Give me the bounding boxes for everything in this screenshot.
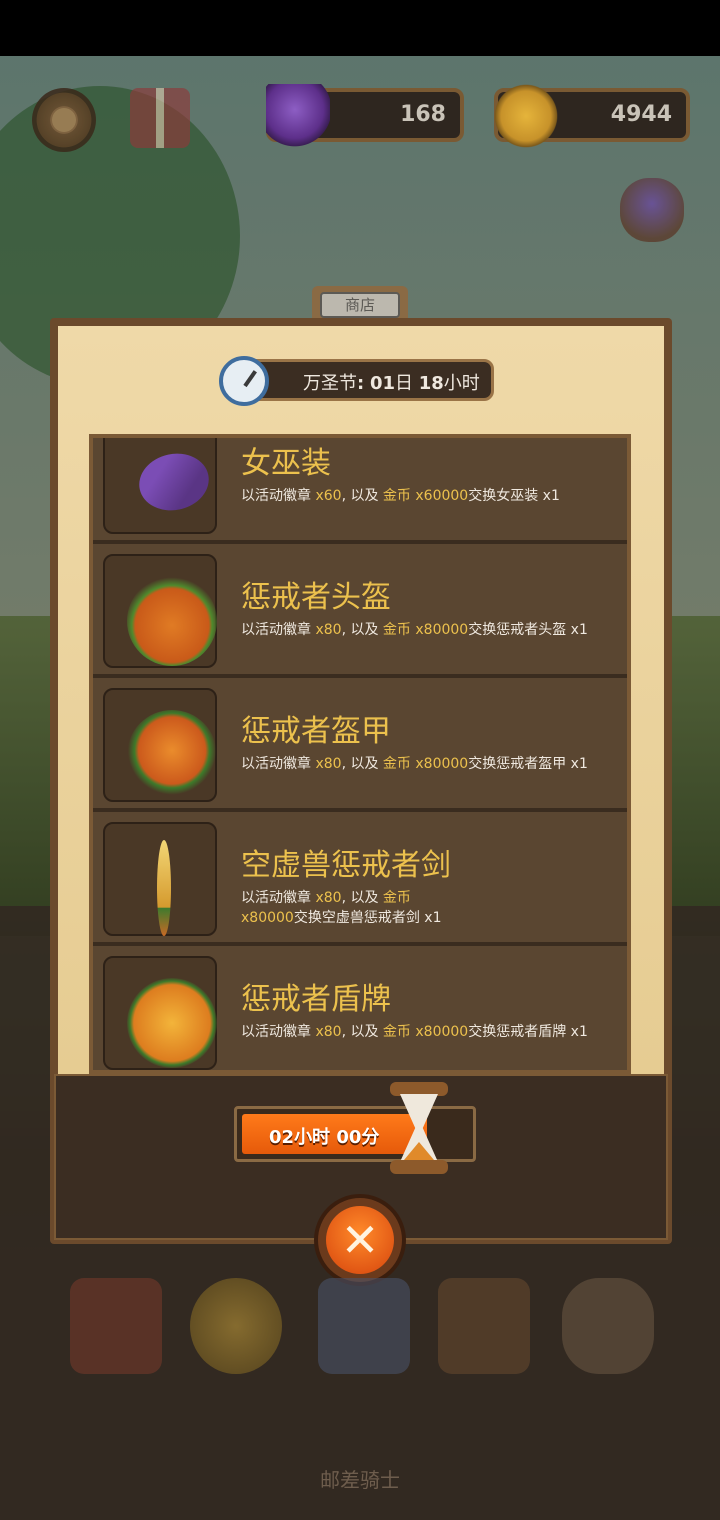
refresh-minutes: 00 xyxy=(336,1127,362,1148)
desc-prefix: 以活动徽章 xyxy=(241,488,316,504)
item-name: 惩戒者头盔 xyxy=(241,580,391,615)
hourglass-icon xyxy=(390,1082,448,1174)
witch-outfit-icon xyxy=(133,447,215,517)
coin-cost: 金币 x80000 xyxy=(382,756,469,772)
badge-qty: x80 xyxy=(315,1024,342,1040)
flame-sword-icon xyxy=(157,840,171,936)
shop-tab-label: 商店 xyxy=(320,292,400,318)
coin-cost: 金币 x80000 xyxy=(382,1024,469,1040)
inventory-bag-icon[interactable] xyxy=(438,1278,530,1374)
event-timer: 万圣节: 01日 18小时 xyxy=(219,356,494,406)
status-bar xyxy=(0,0,720,56)
event-label: 万圣节 xyxy=(303,373,357,394)
desc-mid: , 以及 xyxy=(341,890,383,906)
item-description: 以活动徽章 x80, 以及 金币 x80000交换惩戒者盾牌 x1 xyxy=(241,1022,619,1042)
desc-prefix: 以活动徽章 xyxy=(241,756,316,772)
settings-gear-icon[interactable] xyxy=(32,88,96,152)
coin-cost: 金币 x60000 xyxy=(382,488,469,504)
pumpkin-shield-icon xyxy=(127,978,217,1068)
event-timer-text: 万圣节: 01日 18小时 xyxy=(303,369,480,395)
pumpkin-helmet-icon xyxy=(127,576,217,666)
desc-suffix: 交换惩戒者盔甲 x1 xyxy=(468,756,588,772)
coin-cost: 金币 x80000 xyxy=(382,622,469,638)
treasure-pouch-icon[interactable] xyxy=(620,178,684,242)
desc-suffix: 交换惩戒者盾牌 x1 xyxy=(468,1024,588,1040)
item-thumbnail xyxy=(103,956,217,1070)
refresh-hours-unit: 小时 xyxy=(294,1127,331,1148)
close-button[interactable]: ✕ xyxy=(314,1194,406,1286)
desc-prefix: 以活动徽章 xyxy=(241,622,316,638)
gem-amount: 168 xyxy=(400,102,446,127)
shop-item-void-beast-sword[interactable]: 空虚兽惩戒者剑 以活动徽章 x80, 以及 金币 x80000交换空虚兽惩戒者剑… xyxy=(93,812,627,946)
item-thumbnail xyxy=(103,822,217,936)
badge-qty: x80 xyxy=(315,756,342,772)
badge-qty: x60 xyxy=(315,488,342,504)
desc-mid: , 以及 xyxy=(341,488,383,504)
shop-item-list[interactable]: 女巫装 以活动徽章 x60, 以及 金币 x60000交换女巫装 x1 惩戒者头… xyxy=(89,434,631,1074)
desc-prefix: 以活动徽章 xyxy=(241,890,316,906)
game-title: 邮差骑士 xyxy=(320,1468,400,1492)
shop-item-punisher-helmet[interactable]: 惩戒者头盔 以活动徽章 x80, 以及 金币 x80000交换惩戒者头盔 x1 xyxy=(93,544,627,678)
event-hours-unit: 小时 xyxy=(443,373,480,394)
item-description: 以活动徽章 x60, 以及 金币 x60000交换女巫装 x1 xyxy=(241,486,619,506)
hourglass-cap-top xyxy=(390,1082,448,1096)
desc-mid: , 以及 xyxy=(341,1024,383,1040)
desc-mid: , 以及 xyxy=(341,756,383,772)
item-thumbnail xyxy=(103,688,217,802)
desc-prefix: 以活动徽章 xyxy=(241,1024,316,1040)
item-name: 女巫装 xyxy=(241,446,331,481)
item-thumbnail xyxy=(103,438,217,534)
coin-icon xyxy=(494,84,558,148)
coin-counter: 4944 xyxy=(494,84,690,148)
event-hours: 18 xyxy=(418,373,444,394)
pumpkin-armor-icon xyxy=(127,710,217,800)
gem-counter: 168 xyxy=(266,84,464,148)
shop-item-punisher-shield[interactable]: 惩戒者盾牌 以活动徽章 x80, 以及 金币 x80000交换惩戒者盾牌 x1 xyxy=(93,946,627,1070)
hourglass-cap-bottom xyxy=(390,1160,448,1174)
desc-mid: , 以及 xyxy=(341,622,383,638)
refresh-timer-text: 02小时 00分 xyxy=(269,1123,379,1149)
stopwatch-icon xyxy=(219,356,269,406)
item-name: 空虚兽惩戒者剑 xyxy=(241,848,451,883)
item-name: 惩戒者盾牌 xyxy=(241,982,391,1017)
shop-item-list-inner: 女巫装 以活动徽章 x60, 以及 金币 x60000交换女巫装 x1 惩戒者头… xyxy=(93,438,627,1070)
badge-qty: x80 xyxy=(315,890,342,906)
close-icon: ✕ xyxy=(340,1213,380,1267)
item-thumbnail xyxy=(103,554,217,668)
star-medal-icon[interactable] xyxy=(190,1278,282,1374)
desc-suffix: 交换空虚兽惩戒者剑 x1 xyxy=(293,910,442,926)
desc-suffix: 交换惩戒者头盔 x1 xyxy=(468,622,588,638)
event-days-unit: 日 xyxy=(395,373,413,394)
gem-icon xyxy=(266,84,330,148)
refresh-hours: 02 xyxy=(269,1127,295,1148)
close-button-face: ✕ xyxy=(326,1206,394,1274)
treasure-sack-icon[interactable] xyxy=(562,1278,654,1374)
event-days: 01 xyxy=(369,373,395,394)
shop-item-witch-outfit[interactable]: 女巫装 以活动徽章 x60, 以及 金币 x60000交换女巫装 x1 xyxy=(93,438,627,544)
sword-card-icon[interactable] xyxy=(318,1278,410,1374)
shop-item-punisher-armor[interactable]: 惩戒者盔甲 以活动徽章 x80, 以及 金币 x80000交换惩戒者盔甲 x1 xyxy=(93,678,627,812)
badge-qty: x80 xyxy=(315,622,342,638)
coin-amount: 4944 xyxy=(610,102,672,127)
spellbook-icon[interactable] xyxy=(70,1278,162,1374)
item-name: 惩戒者盔甲 xyxy=(241,714,391,749)
gift-box-icon[interactable] xyxy=(130,88,190,148)
item-description: 以活动徽章 x80, 以及 金币 x80000交换空虚兽惩戒者剑 x1 xyxy=(241,888,451,928)
desc-suffix: 交换女巫装 x1 xyxy=(468,488,560,504)
refresh-minutes-unit: 分 xyxy=(361,1127,380,1148)
item-description: 以活动徽章 x80, 以及 金币 x80000交换惩戒者盔甲 x1 xyxy=(241,754,619,774)
event-sep: : xyxy=(357,373,365,394)
item-description: 以活动徽章 x80, 以及 金币 x80000交换惩戒者头盔 x1 xyxy=(241,620,619,640)
